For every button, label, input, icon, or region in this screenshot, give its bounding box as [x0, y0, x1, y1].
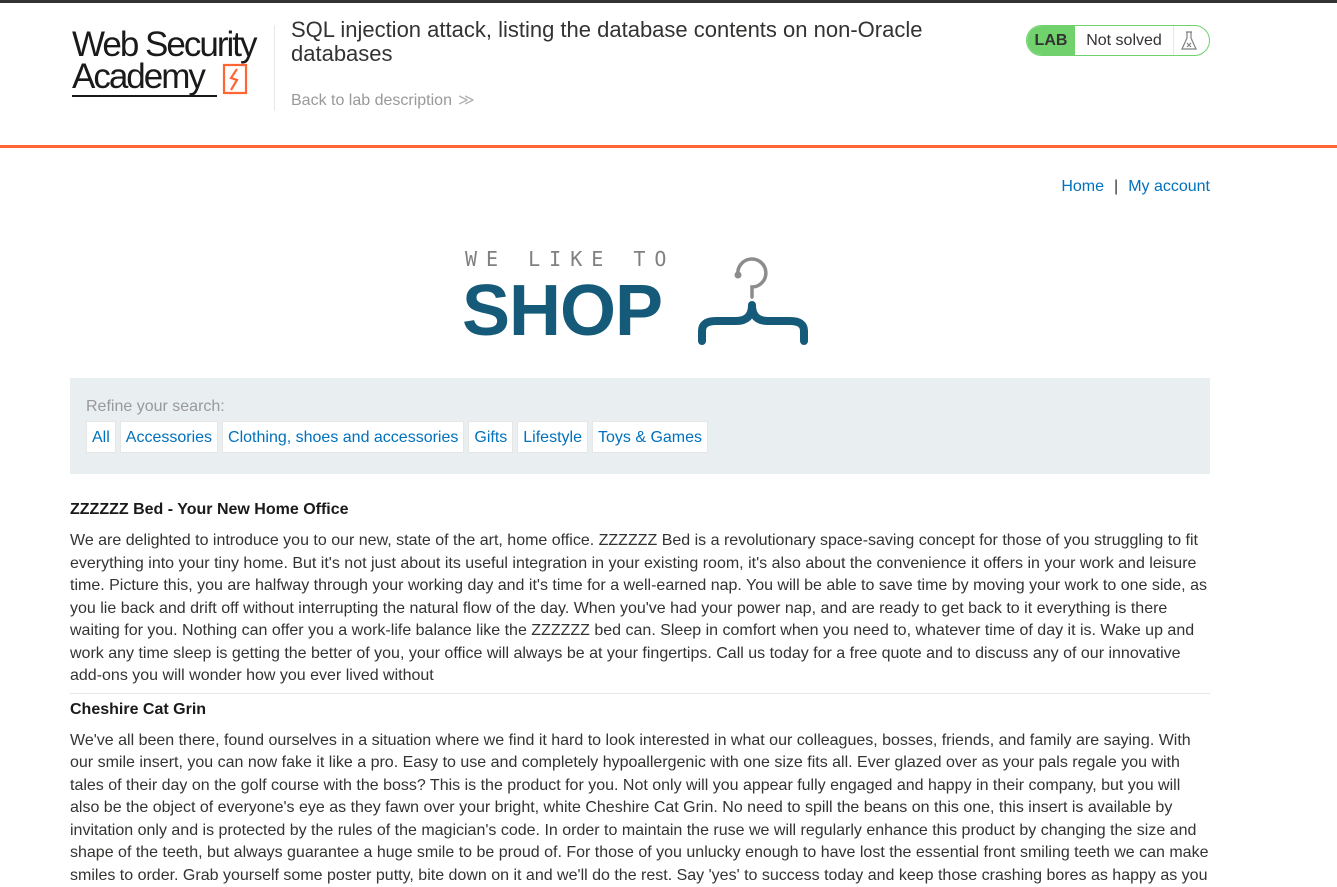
header-divider: [274, 25, 275, 111]
product-list: ZZZZZZ Bed - Your New Home Office We are…: [70, 498, 1210, 887]
logo-line2: Academy: [72, 59, 204, 94]
web-security-academy-logo[interactable]: Web Security Academy: [72, 25, 272, 101]
shop-banner: WE LIKE TO SHOP: [462, 245, 822, 345]
filter-panel: Refine your search: All Accessories Clot…: [70, 378, 1210, 474]
product-divider: [70, 693, 1210, 694]
filter-gifts[interactable]: Gifts: [468, 421, 513, 453]
flask-icon: [1179, 30, 1199, 52]
lab-title: SQL injection attack, listing the databa…: [291, 18, 991, 66]
banner-tagline: WE LIKE TO: [465, 247, 675, 271]
my-account-link[interactable]: My account: [1128, 178, 1210, 195]
header-accent-rule: [0, 145, 1337, 148]
list-item: Cheshire Cat Grin We've all been there, …: [70, 698, 1210, 887]
filter-accessories[interactable]: Accessories: [120, 421, 218, 453]
product-title[interactable]: ZZZZZZ Bed - Your New Home Office: [70, 498, 1210, 522]
back-to-lab-description-link[interactable]: Back to lab description ≫: [291, 90, 475, 110]
refine-search-label: Refine your search:: [86, 398, 225, 416]
logo-underline: [72, 95, 217, 97]
home-link[interactable]: Home: [1061, 178, 1104, 195]
lab-status-widget: LAB Not solved: [1026, 25, 1210, 56]
nav-separator: |: [1114, 178, 1118, 195]
filter-lifestyle[interactable]: Lifestyle: [517, 421, 588, 453]
lab-status-text: Not solved: [1075, 26, 1173, 55]
product-description: We are delighted to introduce you to our…: [70, 530, 1210, 688]
category-filter-list: All Accessories Clothing, shoes and acce…: [86, 421, 708, 453]
logo-mark-icon: [222, 63, 248, 95]
list-item: ZZZZZZ Bed - Your New Home Office We are…: [70, 498, 1210, 688]
hanger-icon: [696, 249, 818, 345]
back-link-label: Back to lab description: [291, 92, 452, 109]
status-separator: [1173, 26, 1174, 55]
double-chevron-right-icon: ≫: [458, 92, 475, 109]
banner-word: SHOP: [462, 271, 662, 351]
filter-all[interactable]: All: [86, 421, 116, 453]
product-description: We've all been there, found ourselves in…: [70, 730, 1210, 887]
top-links: Home | My account: [1061, 178, 1210, 196]
filter-toys-games[interactable]: Toys & Games: [592, 421, 708, 453]
product-title[interactable]: Cheshire Cat Grin: [70, 698, 1210, 722]
filter-clothing-shoes-accessories[interactable]: Clothing, shoes and accessories: [222, 421, 464, 453]
lab-badge: LAB: [1027, 26, 1075, 55]
